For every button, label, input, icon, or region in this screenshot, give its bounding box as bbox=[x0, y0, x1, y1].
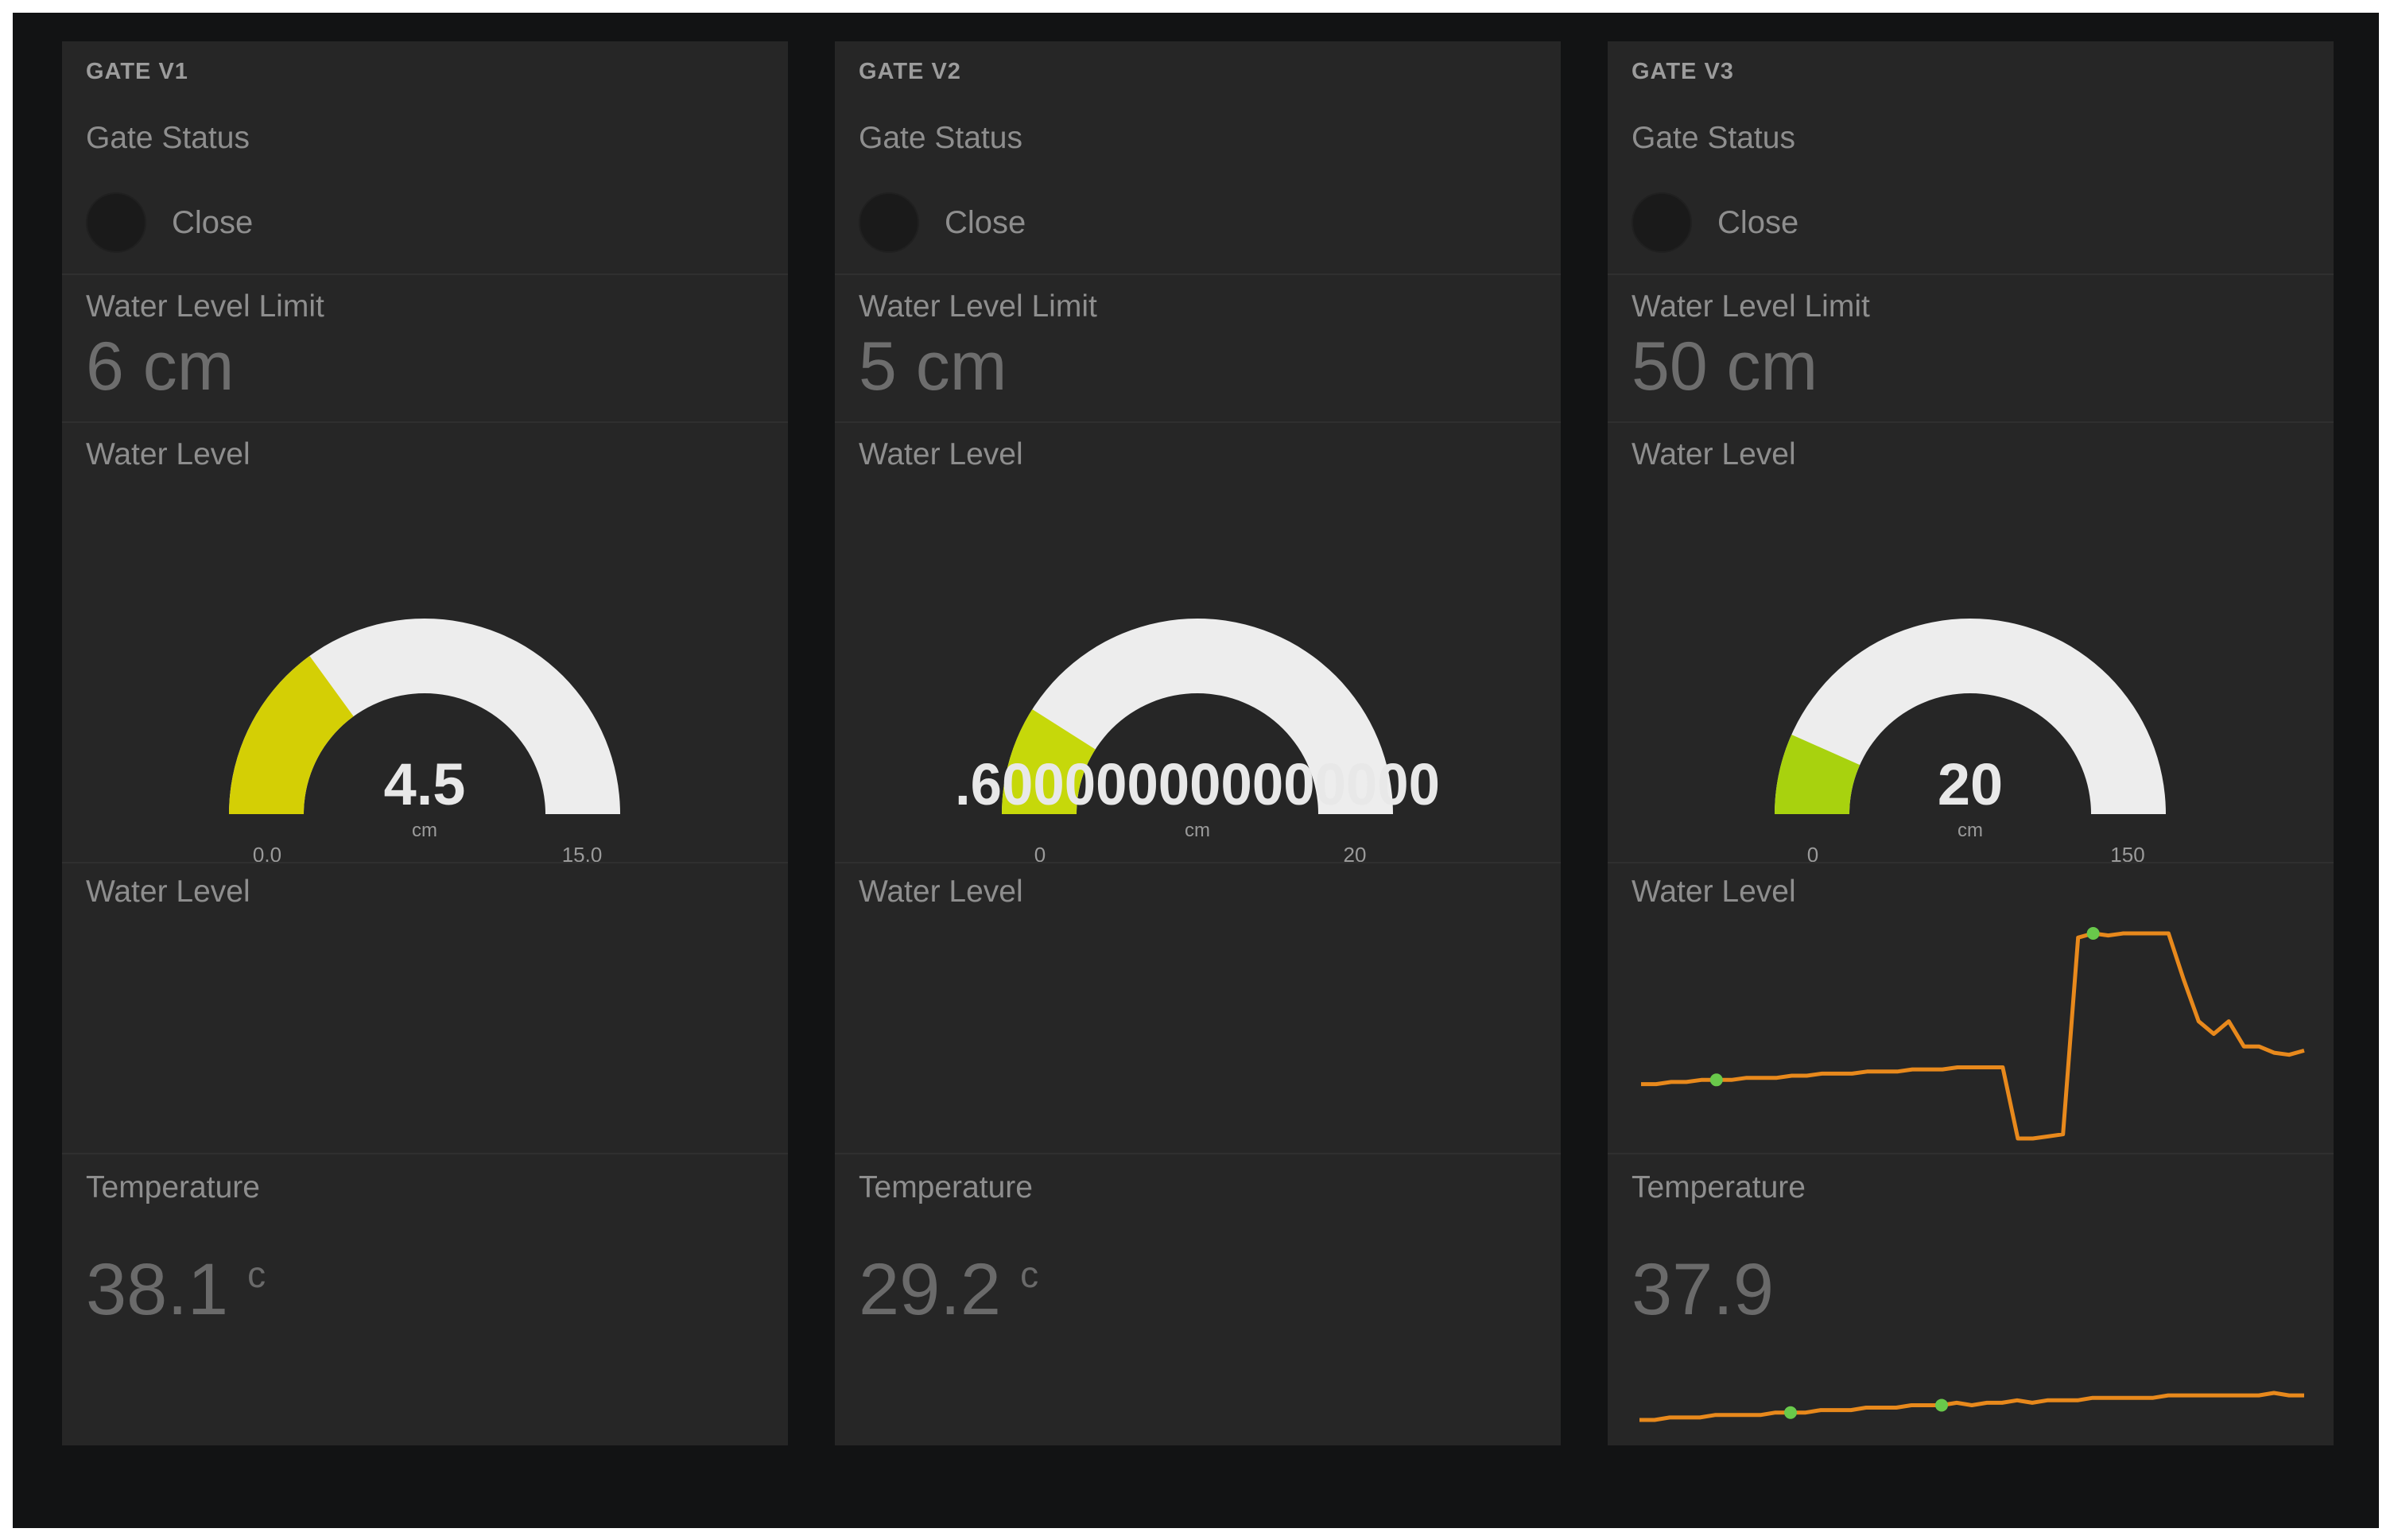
dashboard-frame: GATE V1 Gate Status Close Water Level Li… bbox=[13, 13, 2379, 1528]
gauge-unit: cm bbox=[1957, 820, 1983, 841]
water-level-gauge-widget: Water Level 20 cm 0 150 bbox=[1608, 421, 2334, 863]
gauge-min-label: 0 bbox=[1034, 843, 1046, 863]
gauge-value: 4.5 bbox=[384, 751, 466, 817]
temperature-value: 38.1 bbox=[86, 1249, 229, 1330]
water-level-chart-widget: Water Level bbox=[62, 862, 788, 1153]
water-level-limit-value: 6 cm bbox=[86, 328, 235, 405]
water-level-limit-label: Water Level Limit bbox=[86, 289, 324, 324]
gauge-min-label: 0.0 bbox=[253, 843, 281, 863]
temperature-widget: Temperature 37.9 bbox=[1608, 1153, 2334, 1445]
gate-status-led[interactable] bbox=[86, 192, 146, 253]
gate-status-led[interactable] bbox=[1632, 192, 1692, 253]
temperature-widget: Temperature 29.2 c bbox=[835, 1153, 1561, 1445]
temperature-readout: 29.2 c bbox=[859, 1248, 1038, 1332]
panel-title: GATE V3 bbox=[1632, 59, 1734, 84]
gauge-max-label: 150 bbox=[2110, 843, 2144, 863]
temperature-chart-point[interactable] bbox=[1935, 1398, 1948, 1412]
water-level-limit-label: Water Level Limit bbox=[1632, 289, 1870, 324]
water-level-gauge-widget: Water Level 4.5 cm 0.0 15.0 bbox=[62, 421, 788, 863]
water-level-chart-label: Water Level bbox=[859, 875, 1023, 909]
water-level-line-chart bbox=[1641, 927, 2305, 1141]
panel-title: GATE V2 bbox=[859, 59, 961, 84]
gate-panel-v2: GATE V2 Gate Status Close Water Level Li… bbox=[835, 41, 1561, 1445]
gate-status-label: Gate Status bbox=[859, 121, 1022, 155]
gate-status-text: Close bbox=[1717, 205, 1799, 240]
gauge-max-label: 20 bbox=[1344, 843, 1367, 863]
gate-status-widget: GATE V1 Gate Status Close bbox=[62, 41, 788, 273]
gate-status-widget: GATE V2 Gate Status Close bbox=[835, 41, 1561, 273]
gate-status-widget: GATE V3 Gate Status Close bbox=[1608, 41, 2334, 273]
gate-status-text: Close bbox=[945, 205, 1026, 240]
water-level-gauge-widget: Water Level .600000000000000 cm 0 20 bbox=[835, 421, 1561, 863]
gate-status-text: Close bbox=[172, 205, 254, 240]
temperature-chart-point[interactable] bbox=[1784, 1406, 1797, 1419]
water-level-limit-value: 5 cm bbox=[859, 328, 1007, 405]
gauge-unit: cm bbox=[412, 820, 437, 841]
gauge-value: .600000000000000 bbox=[955, 751, 1440, 817]
gate-status-led[interactable] bbox=[859, 192, 919, 253]
temperature-chart-line bbox=[1639, 1391, 2304, 1422]
water-level-chart-point[interactable] bbox=[1709, 1073, 1723, 1087]
gate-panel-v1: GATE V1 Gate Status Close Water Level Li… bbox=[62, 41, 788, 1445]
gate-status-label: Gate Status bbox=[86, 121, 250, 155]
water-level-chart-widget: Water Level bbox=[1608, 862, 2334, 1153]
water-level-limit-value: 50 cm bbox=[1632, 328, 1818, 405]
water-level-chart-widget: Water Level bbox=[835, 862, 1561, 1153]
gauge-min-label: 0 bbox=[1807, 843, 1818, 863]
gauge-value: 20 bbox=[1938, 751, 2003, 817]
temperature-unit: c bbox=[247, 1254, 266, 1295]
temperature-unit: c bbox=[1020, 1254, 1039, 1295]
water-level-chart-label: Water Level bbox=[86, 875, 250, 909]
temperature-line-chart bbox=[1639, 1391, 2304, 1422]
water-level-gauge: 20 cm 0 150 bbox=[1775, 619, 2166, 863]
water-level-chart-point[interactable] bbox=[2086, 927, 2100, 940]
water-level-limit-widget: Water Level Limit 50 cm bbox=[1608, 273, 2334, 421]
panel-title: GATE V1 bbox=[86, 59, 188, 84]
water-level-gauge: 4.5 cm 0.0 15.0 bbox=[229, 619, 620, 863]
water-level-limit-label: Water Level Limit bbox=[859, 289, 1097, 324]
gate-status-label: Gate Status bbox=[1632, 121, 1795, 155]
water-level-limit-widget: Water Level Limit 5 cm bbox=[835, 273, 1561, 421]
temperature-label: Temperature bbox=[859, 1170, 1033, 1204]
temperature-value: 29.2 bbox=[859, 1249, 1002, 1330]
temperature-widget: Temperature 38.1 c bbox=[62, 1153, 788, 1445]
gauge-unit: cm bbox=[1185, 820, 1210, 841]
water-level-gauge: .600000000000000 cm 0 20 bbox=[955, 619, 1440, 863]
water-level-chart-line bbox=[1641, 931, 2305, 1141]
temperature-label: Temperature bbox=[86, 1170, 260, 1204]
temperature-readout: 38.1 c bbox=[86, 1248, 266, 1332]
water-level-limit-widget: Water Level Limit 6 cm bbox=[62, 273, 788, 421]
gauge-max-label: 15.0 bbox=[562, 843, 603, 863]
gate-panel-v3: GATE V3 Gate Status Close Water Level Li… bbox=[1608, 41, 2334, 1445]
